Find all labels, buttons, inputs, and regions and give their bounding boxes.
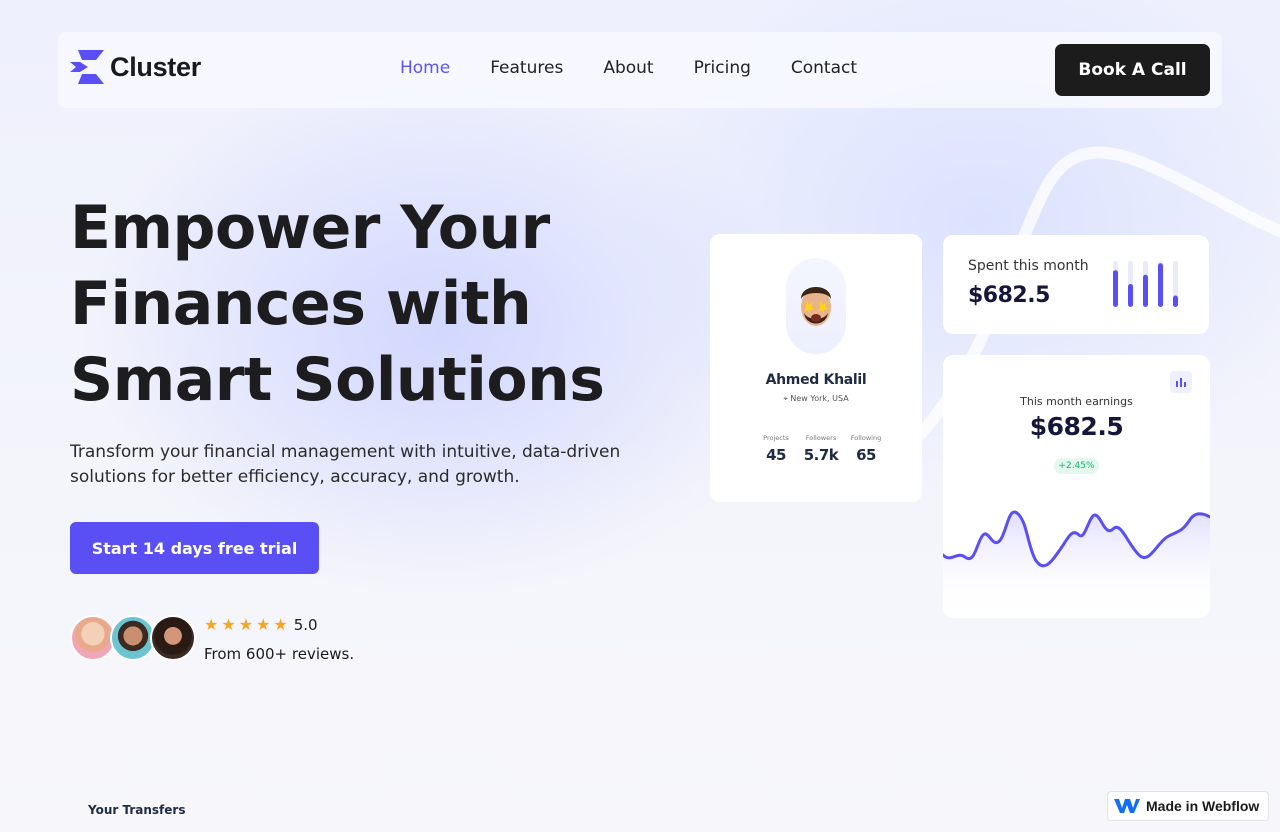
- your-transfers-heading: Your Transfers: [88, 803, 186, 817]
- profile-stats: Projects 45 Followers 5.7k Following 65: [756, 434, 886, 464]
- spent-bars-chart: [1113, 261, 1178, 307]
- spent-bar: [1143, 274, 1148, 307]
- cluster-logo-icon: [70, 50, 104, 84]
- start-trial-button[interactable]: Start 14 days free trial: [70, 522, 319, 574]
- earnings-value: $682.5: [1029, 412, 1124, 441]
- logo-text: Cluster: [110, 51, 201, 82]
- spent-card: Spent this month $682.5: [943, 235, 1209, 334]
- navbar: Cluster Home Features About Pricing Cont…: [58, 32, 1222, 108]
- star-icon: ★: [238, 615, 254, 634]
- hero-title: Empower Your Finances with Smart Solutio…: [70, 190, 690, 418]
- stat-label: Followers: [805, 434, 837, 442]
- rating-value: 5.0: [293, 615, 318, 634]
- spent-bar: [1113, 270, 1118, 307]
- stat-value: 45: [766, 446, 786, 464]
- stat-value: 65: [856, 446, 876, 464]
- avatar: [150, 615, 196, 661]
- webflow-logo-icon: [1114, 799, 1140, 813]
- location-pin-icon: ⌖: [783, 394, 788, 403]
- bar-chart-icon[interactable]: [1170, 371, 1192, 393]
- book-a-call-button[interactable]: Book A Call: [1055, 44, 1210, 96]
- star-icon: ★: [256, 615, 271, 634]
- nav-link-pricing[interactable]: Pricing: [694, 58, 751, 78]
- earnings-line-chart: [943, 510, 1210, 618]
- nav-links: Home Features About Pricing Contact: [400, 58, 857, 78]
- profile-location: ⌖ New York, USA: [710, 394, 922, 404]
- nav-link-contact[interactable]: Contact: [791, 58, 857, 78]
- logo[interactable]: Cluster: [70, 50, 201, 84]
- earnings-label: This month earnings: [1020, 395, 1133, 408]
- star-icon: ★: [273, 615, 288, 634]
- made-in-webflow-badge[interactable]: Made in Webflow: [1107, 791, 1269, 821]
- stat-value: 5.7k: [803, 446, 839, 464]
- nav-link-features[interactable]: Features: [490, 58, 563, 78]
- star-icon: ★: [204, 615, 219, 634]
- hero-title-line-2: Finances with: [70, 269, 532, 339]
- hero-title-line-1: Empower Your: [70, 193, 550, 263]
- spent-bar: [1128, 284, 1133, 307]
- earnings-card: This month earnings $682.5 +2.45%: [943, 355, 1210, 618]
- spent-bar: [1173, 295, 1178, 307]
- stat-projects: Projects 45: [756, 434, 796, 464]
- stat-label: Following: [850, 434, 882, 442]
- star-icon: ★: [221, 615, 236, 634]
- stat-following: Following 65: [846, 434, 886, 464]
- memoji-face-icon: [801, 287, 831, 326]
- profile-card: Ahmed Khalil ⌖ New York, USA Projects 45…: [710, 234, 922, 502]
- webflow-badge-text: Made in Webflow: [1146, 798, 1260, 814]
- profile-avatar: [786, 258, 846, 354]
- profile-location-text: New York, USA: [790, 394, 849, 403]
- spent-bar: [1158, 263, 1163, 307]
- spent-value: $682.5: [968, 283, 1050, 308]
- review-count: From 600+ reviews.: [204, 645, 355, 663]
- hero-subtitle: Transform your financial management with…: [70, 440, 630, 490]
- hero-title-line-3: Smart Solutions: [70, 345, 605, 415]
- nav-link-about[interactable]: About: [603, 58, 653, 78]
- nav-link-home[interactable]: Home: [400, 58, 450, 78]
- profile-name: Ahmed Khalil: [765, 372, 867, 388]
- spent-label: Spent this month: [968, 258, 1089, 274]
- hero-subtitle-line-2: solutions for better efficiency, accurac…: [70, 467, 520, 487]
- hero-subtitle-line-1: Transform your financial management with…: [70, 442, 621, 462]
- star-rating: ★ ★ ★ ★ ★ 5.0: [204, 615, 318, 634]
- stat-followers: Followers 5.7k: [801, 434, 841, 464]
- earnings-change-badge: +2.45%: [1054, 458, 1099, 474]
- earnings-line-area: [943, 511, 1210, 618]
- reviewer-avatars: [70, 614, 200, 664]
- stat-label: Projects: [763, 434, 789, 442]
